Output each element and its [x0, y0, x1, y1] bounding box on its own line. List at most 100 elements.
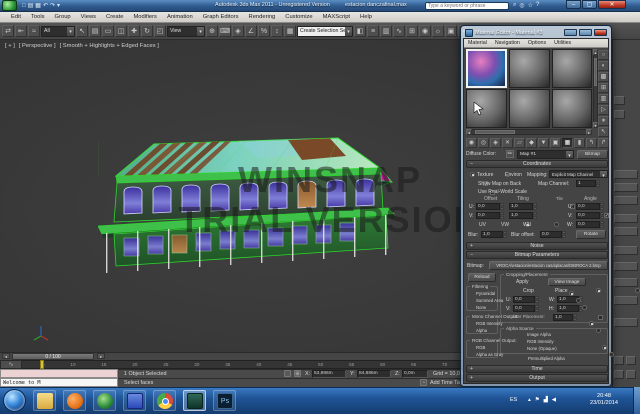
max-application-button[interactable]: [2, 0, 17, 11]
sample-slot-2[interactable]: [509, 49, 550, 88]
coordinates-rollout[interactable]: −Coordinates: [466, 160, 608, 168]
chevron-down-icon[interactable]: ▾: [345, 27, 352, 36]
go-to-end-icon[interactable]: [626, 370, 636, 379]
menu-item[interactable]: Tools: [26, 14, 50, 20]
mini-curve-editor-button[interactable]: ∿: [0, 360, 22, 369]
play-animation-icon[interactable]: [626, 356, 636, 365]
put-to-library-icon[interactable]: ▼: [538, 138, 549, 148]
menu-item[interactable]: Edit: [6, 14, 26, 20]
help-icon[interactable]: ?: [536, 2, 539, 9]
texture-radio[interactable]: [470, 172, 475, 177]
make-unique-icon[interactable]: ◆: [526, 138, 537, 148]
command-panel-button[interactable]: [614, 170, 638, 179]
go-forward-to-sibling-icon[interactable]: ↱: [598, 138, 609, 148]
volume-icon[interactable]: ◀: [552, 397, 556, 403]
blur-offset-spinner[interactable]: 0,0: [540, 231, 566, 238]
v-offset-spinner[interactable]: 0,0: [476, 212, 504, 219]
time-rollout[interactable]: +Time: [466, 365, 608, 373]
map-name-dropdown[interactable]: Map #1▾: [517, 150, 574, 159]
video-color-check-icon[interactable]: ▥: [598, 94, 609, 104]
selection-lock-icon[interactable]: [284, 370, 291, 377]
taskbar-photoshop-icon[interactable]: Ps: [213, 390, 236, 411]
sample-slot-1-active[interactable]: [466, 49, 507, 88]
percent-snap-icon[interactable]: %: [258, 25, 270, 37]
mono-alpha-radio[interactable]: [596, 328, 601, 333]
rendered-frame-window-icon[interactable]: ▣: [445, 25, 457, 37]
macro-recorder-pane[interactable]: [0, 369, 118, 378]
workspace-dropdown-icon[interactable]: ▾: [57, 1, 60, 11]
chevron-down-icon[interactable]: ▾: [197, 27, 204, 36]
get-material-icon[interactable]: ◉: [466, 138, 477, 148]
bitmap-parameters-rollout[interactable]: −Bitmap Parameters: [466, 251, 608, 259]
put-material-to-scene-icon[interactable]: ◎: [478, 138, 489, 148]
taskbar-explorer-icon[interactable]: [33, 390, 56, 411]
taskbar-chrome-icon[interactable]: [153, 390, 176, 411]
select-and-scale-icon[interactable]: ◰: [154, 25, 166, 37]
place-radio[interactable]: [635, 288, 640, 293]
output-rollout[interactable]: +Output: [466, 374, 608, 382]
viewport-menu-view[interactable]: [ Perspective ]: [19, 43, 56, 49]
select-and-move-icon[interactable]: ✚: [128, 25, 140, 37]
select-by-name-icon[interactable]: ▤: [89, 25, 101, 37]
v-tile-checkbox[interactable]: [604, 213, 609, 218]
key-mode-icon[interactable]: [614, 356, 624, 365]
jitter-spinner[interactable]: 1,0: [553, 314, 577, 321]
time-configuration-icon[interactable]: [614, 370, 624, 379]
u-angle-spinner[interactable]: 0,0: [576, 203, 604, 210]
chevron-down-icon[interactable]: ▾: [566, 151, 573, 158]
select-and-link-icon[interactable]: ⇄: [2, 25, 14, 37]
me-menu-item[interactable]: Navigation: [491, 40, 524, 46]
render-setup-icon[interactable]: ☼: [432, 25, 444, 37]
chevron-down-icon[interactable]: ▾: [67, 27, 74, 36]
sample-slot-6[interactable]: [552, 89, 592, 128]
minimize-button[interactable]: –: [566, 0, 581, 9]
bitmap-path-button[interactable]: VROCA\estacion\estacion casa\placas\DIBR…: [489, 261, 608, 270]
me-minimize-button[interactable]: [564, 29, 577, 36]
map-type-button[interactable]: Bitmap: [577, 150, 608, 159]
network-icon[interactable]: ▟: [544, 397, 548, 403]
me-menu-item[interactable]: Material: [464, 40, 491, 46]
bind-to-space-warp-icon[interactable]: ≈: [28, 25, 40, 37]
slots-horizontal-scrollbar[interactable]: [466, 129, 592, 135]
sample-slot-5[interactable]: [509, 89, 550, 128]
menu-item[interactable]: Views: [76, 14, 101, 20]
command-panel-button[interactable]: [614, 110, 625, 119]
view-image-button[interactable]: View Image: [548, 278, 586, 286]
curve-editor-icon[interactable]: ∿: [393, 25, 405, 37]
crop-h-spinner[interactable]: 1,0: [557, 305, 583, 312]
noise-rollout[interactable]: +Noise: [466, 242, 608, 250]
background-icon[interactable]: ▩: [598, 72, 609, 82]
close-button[interactable]: ✕: [598, 0, 626, 9]
new-file-icon[interactable]: □: [22, 1, 26, 11]
select-by-material-icon[interactable]: ↖: [598, 127, 609, 137]
command-panel-button[interactable]: [614, 96, 625, 105]
menu-item[interactable]: Rendering: [244, 14, 281, 20]
show-desktop-button[interactable]: [633, 387, 640, 414]
menu-item[interactable]: Create: [101, 14, 128, 20]
keyboard-shortcut-override-icon[interactable]: ⌨: [219, 25, 231, 37]
action-center-flag-icon[interactable]: ⚑: [535, 397, 540, 403]
mirror-icon[interactable]: ◧: [354, 25, 366, 37]
command-panel-button[interactable]: [614, 227, 638, 236]
sample-slot-3[interactable]: [552, 49, 592, 88]
named-selection-set-combo[interactable]: Create Selection Set▾: [297, 26, 353, 37]
jitter-placement-checkbox[interactable]: [598, 315, 603, 320]
material-editor-titlebar[interactable]: Material Editor - Material #3: [463, 27, 609, 38]
command-panel-button[interactable]: [614, 246, 638, 255]
spinner-snap-icon[interactable]: ↕: [271, 25, 283, 37]
me-menu-item[interactable]: Utilities: [550, 40, 575, 46]
taskbar-3dsmax-icon[interactable]: [183, 390, 206, 411]
menu-item[interactable]: MAXScript: [318, 14, 355, 20]
scroll-down-icon[interactable]: ▾: [593, 122, 598, 128]
start-button[interactable]: [3, 389, 26, 412]
menu-item[interactable]: Customize: [280, 14, 317, 20]
command-panel-button[interactable]: [614, 318, 638, 327]
show-map-in-viewport-icon[interactable]: ▦: [562, 138, 573, 148]
crop-v-spinner[interactable]: 0,0: [513, 305, 539, 312]
menu-item[interactable]: Modifiers: [128, 14, 162, 20]
select-and-rotate-icon[interactable]: ↻: [141, 25, 153, 37]
v-angle-spinner[interactable]: 0,0: [576, 212, 604, 219]
taskbar-browser-globe-icon[interactable]: [93, 390, 116, 411]
material-editor-options-icon[interactable]: ∗: [598, 116, 609, 126]
show-end-result-icon[interactable]: ▮: [574, 138, 585, 148]
